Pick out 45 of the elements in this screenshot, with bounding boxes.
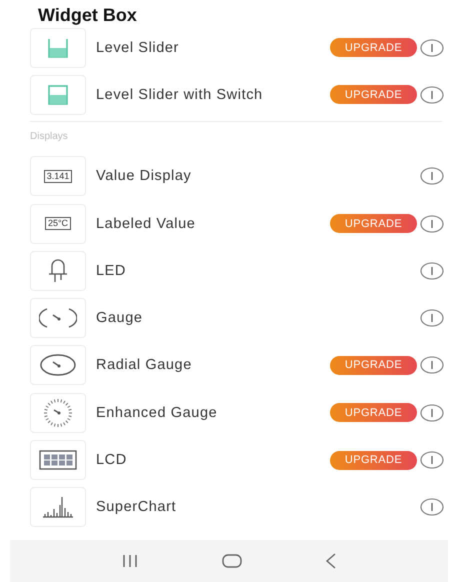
bar-chart-icon xyxy=(42,496,74,518)
info-icon[interactable] xyxy=(420,404,444,422)
widget-box-title: Widget Box xyxy=(37,4,138,24)
widget-icon-tile[interactable] xyxy=(30,440,86,480)
widget-icon-tile[interactable] xyxy=(30,345,86,386)
widget-name[interactable]: LCD xyxy=(96,452,330,468)
widget-icon-tile[interactable] xyxy=(30,74,86,115)
recent-apps-button[interactable] xyxy=(121,554,140,568)
info-icon[interactable] xyxy=(420,356,444,374)
widget-icon-tile[interactable]: 25°C xyxy=(30,204,86,244)
section-header: Displays xyxy=(29,130,69,144)
widget-icon-tile[interactable]: 3.141 xyxy=(30,156,86,196)
widget-icon-tile[interactable] xyxy=(30,392,86,433)
home-button[interactable] xyxy=(222,554,242,568)
widget-name[interactable]: SuperChart xyxy=(96,499,420,516)
widget-name[interactable]: Level Slider xyxy=(96,40,330,56)
gauge-icon xyxy=(39,306,77,330)
level-slider-icon xyxy=(48,38,68,58)
lcd-icon xyxy=(39,450,77,470)
widget-name[interactable]: Enhanced Gauge xyxy=(96,404,330,421)
widget-name[interactable]: Labeled Value xyxy=(96,216,330,232)
gauge-icon xyxy=(43,398,73,428)
widget-name[interactable]: Radial Gauge xyxy=(96,357,330,374)
info-icon[interactable] xyxy=(420,451,444,470)
gauge-icon xyxy=(39,353,77,378)
widget-icon-tile[interactable] xyxy=(30,487,86,528)
widget-name[interactable]: Level Slider with Switch xyxy=(96,86,330,103)
level-slider-icon xyxy=(48,84,68,105)
widget-icon-tile[interactable] xyxy=(30,298,86,338)
widget-name[interactable]: Value Display xyxy=(96,168,420,184)
widget-icon-tile[interactable] xyxy=(30,250,86,291)
back-button[interactable] xyxy=(324,553,337,569)
info-icon[interactable] xyxy=(420,38,444,57)
info-icon[interactable] xyxy=(420,309,444,328)
info-icon[interactable] xyxy=(420,167,444,186)
widget-name[interactable]: Gauge xyxy=(96,310,420,326)
value-display-icon: 3.141 xyxy=(44,170,72,183)
info-icon[interactable] xyxy=(420,214,444,233)
info-icon[interactable] xyxy=(420,262,444,280)
led-icon xyxy=(47,258,69,284)
info-icon[interactable] xyxy=(420,498,444,516)
value-display-icon: 25°C xyxy=(44,217,72,230)
info-icon[interactable] xyxy=(420,86,444,104)
widget-icon-tile[interactable] xyxy=(30,28,86,68)
widget-name[interactable]: LED xyxy=(96,262,420,279)
